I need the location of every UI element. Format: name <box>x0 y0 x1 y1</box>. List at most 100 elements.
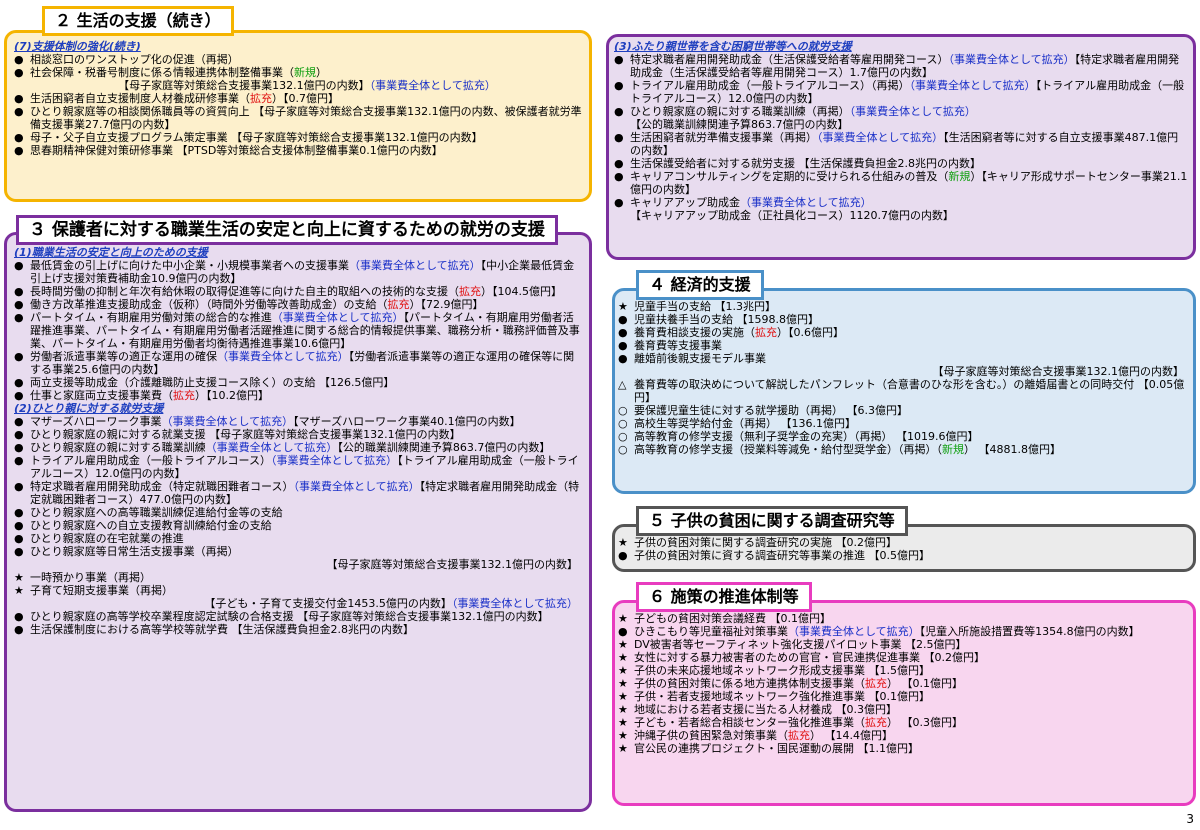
list-item: ★ 子供の未来応援地域ネットワーク形成支援事業 【1.5億円】 <box>618 664 1190 677</box>
bullet-marker: ● <box>14 428 24 441</box>
item-text: 最低賃金の引上げに向けた中小企業・小規模事業者への支援事業 <box>30 259 349 272</box>
section-3-content: (1)職業生活の安定と向上のための支援 ● 最低賃金の引上げに向けた中小企業・小規模… <box>14 246 584 636</box>
bullet-marker: ★ <box>618 536 628 549</box>
list-item: ● 児童扶養手当の支給 【1598.8億円】 <box>618 313 1190 326</box>
list-item: ● ひとり親家庭等日常生活支援事業（再掲） <box>14 545 584 558</box>
item-text: （事業費全体として拡充） <box>909 79 1036 92</box>
item-text: ）【10.2億円】 <box>195 389 269 402</box>
bullet-marker: ● <box>618 313 628 326</box>
bullet-marker: ○ <box>618 404 628 417</box>
bullet-marker: ○ <box>618 417 628 430</box>
list-item: ● 最低賃金の引上げに向けた中小企業・小規模事業者への支援事業（事業費全体として拡… <box>14 259 584 285</box>
item-text: 児童扶養手当の支給 【1598.8億円】 <box>634 313 819 326</box>
item-text: 【キャリアアップ助成金（正社員化コース）1120.7億円の内数】 <box>630 209 954 222</box>
bullet-marker: ● <box>14 532 24 545</box>
item-text: 官公民の連携プロジェクト・国民運動の展開 【1.1億円】 <box>634 742 919 755</box>
item-text: 子ども・若者総合相談センター強化推進事業（ <box>634 716 865 729</box>
bullet-marker: ● <box>14 389 24 402</box>
list-item: ● 働き方改革推進支援助成金（仮称）（時間外労働等改善助成金）の支給（拡充）【72… <box>14 298 584 311</box>
item-text: DV被害者等セーフティネット強化支援パイロット事業 【2.5億円】 <box>634 638 967 651</box>
bullet-marker: ● <box>14 350 24 363</box>
item-text: ）【0.7億円】 <box>272 92 339 105</box>
item-text: 子供・若者支援地域ネットワーク強化推進事業 【0.1億円】 <box>634 690 930 703</box>
item-text: （事業費全体として拡充） <box>849 105 976 118</box>
item-text: ひとり親家庭等日常生活支援事業（再掲） <box>30 545 239 558</box>
item-text: 高校生等奨学給付金（再掲） 【136.1億円】 <box>634 417 856 430</box>
item-text: （事業費全体として拡充） <box>369 79 496 92</box>
bullet-marker: ★ <box>618 690 628 703</box>
item-text: 生活保護制度における高等学校等就学費 【生活保護費負担金2.8兆円の内数】 <box>30 623 414 636</box>
bullet-marker: ● <box>14 376 24 389</box>
section-4-content: ★ 児童手当の支給 【1.3兆円】 ● 児童扶養手当の支給 【1598.8億円】 ● 養育… <box>618 300 1190 456</box>
item-text: 養育費相談支援の実施（ <box>634 326 755 339</box>
item-text: （事業費全体として拡充） <box>740 196 872 209</box>
list-item: ● ひとり親家庭の親に対する就業支援 【母子家庭等対策総合支援事業132.1億円の… <box>14 428 584 441</box>
list-item: 【母子家庭等対策総合支援事業132.1億円の内数】（事業費全体として拡充） <box>14 79 584 92</box>
item-text: 拡充 <box>865 677 887 690</box>
bullet-marker: ★ <box>14 571 24 584</box>
bullet-marker: ● <box>14 66 24 79</box>
bullet-marker: ★ <box>14 584 24 597</box>
item-text: ひとり親家庭の在宅就業の推進 <box>30 532 184 545</box>
bullet-marker: ★ <box>618 638 628 651</box>
item-text: 母子・父子自立支援プログラム策定事業 【母子家庭等対策総合支援事業132.1億円… <box>30 131 483 144</box>
item-text: 【母子家庭等対策総合支援事業132.1億円の内数】 <box>932 365 1185 378</box>
item-text: 沖縄子供の貧困緊急対策事業（ <box>634 729 788 742</box>
item-text: 思春期精神保健対策研修事業 【PTSD等対策総合支援体制整備事業0.1億円の内数… <box>30 144 443 157</box>
item-text: キャリアコンサルティングを定期的に受けられる仕組みの普及（ <box>630 170 949 183</box>
list-item: △ 養育費等の取決めについて解説したパンフレット（合意書のひな形を含む。）の離婚届… <box>618 378 1190 404</box>
bullet-marker: ★ <box>618 729 628 742</box>
item-text: 高等教育の修学支援（授業料等減免・給付型奨学金）（再掲）（ <box>634 443 942 456</box>
item-text: 子育て短期支援事業（再掲） <box>30 584 173 597</box>
item-text: 労働者派遣事業等の適正な運用の確保 <box>30 350 217 363</box>
item-text: マザーズハローワーク事業 <box>30 415 162 428</box>
bullet-marker: ● <box>14 144 24 157</box>
bullet-marker: ● <box>14 441 24 454</box>
bullet-marker: ● <box>614 131 624 144</box>
item-text: 特定求職者雇用開発助成金（特定就職困難者コース） <box>30 480 294 493</box>
subsection-heading: (3)ふたり親世帯を含む困窮世帯等への就労支援 <box>614 40 852 53</box>
item-text: 児童手当の支給 【1.3兆円】 <box>634 300 776 313</box>
list-item: ★ 子育て短期支援事業（再掲） <box>14 584 584 597</box>
item-text: ）【104.5億円】 <box>481 285 562 298</box>
item-text: （事業費全体として拡充） <box>788 625 920 638</box>
item-text: トライアル雇用助成金（一般トライアルコース）（再掲） <box>630 79 910 92</box>
list-item: ● キャリアコンサルティングを定期的に受けられる仕組みの普及（新規）【キャリア形成… <box>614 170 1188 196</box>
bullet-marker: ● <box>614 170 624 183</box>
list-item: ● パートタイム・有期雇用労働対策の総合的な推進（事業費全体として拡充）【パートタ… <box>14 311 584 350</box>
item-text: ひとり親家庭の高等学校卒業程度認定試験の合格支援 【母子家庭等対策総合支援事業1… <box>30 610 549 623</box>
item-text: 特定求職者雇用開発助成金（生活保護受給者等雇用開発コース） <box>630 53 949 66</box>
item-text: 子供の貧困対策に関する調査研究の実施 【0.2億円】 <box>634 536 897 549</box>
list-item: ● 生活保護制度における高等学校等就学費 【生活保護費負担金2.8兆円の内数】 <box>14 623 584 636</box>
list-item: ● 相談窓口のワンストップ化の促進（再掲） <box>14 53 584 66</box>
item-text: ひとり親家庭の親に対する職業訓練 <box>30 441 206 454</box>
bullet-marker: ● <box>618 326 628 339</box>
list-item: ★ 児童手当の支給 【1.3兆円】 <box>618 300 1190 313</box>
list-item: ○ 高等教育の修学支援（無利子奨学金の充実）（再掲） 【1019.6億円】 <box>618 430 1190 443</box>
bullet-marker: ★ <box>618 742 628 755</box>
list-item: ● トライアル雇用助成金（一般トライアルコース）（事業費全体として拡充）【トライア… <box>14 454 584 480</box>
item-text: 一時預かり事業（再掲） <box>30 571 151 584</box>
item-text: 子どもの貧困対策会議経費 【0.1億円】 <box>634 612 831 625</box>
bullet-marker: ● <box>14 53 24 66</box>
bullet-marker: ● <box>618 549 628 562</box>
item-text: 高等教育の修学支援（無利子奨学金の充実）（再掲） 【1019.6億円】 <box>634 430 979 443</box>
list-item: ★ 子供の貧困対策に関する調査研究の実施 【0.2億円】 <box>618 536 1190 549</box>
item-text: 拡充 <box>387 298 410 311</box>
list-item: ● ひとり親家庭の高等学校卒業程度認定試験の合格支援 【母子家庭等対策総合支援事業… <box>14 610 584 623</box>
item-text: （事業費全体として拡充） <box>948 53 1075 66</box>
list-item: ○ 高等教育の修学支援（授業料等減免・給付型奨学金）（再掲）（新規） 【4881.… <box>618 443 1190 456</box>
section-4-title: ４ 経済的支援 <box>636 270 764 300</box>
bullet-marker: ● <box>614 79 624 92</box>
bullet-marker: ● <box>14 285 24 298</box>
bullet-marker: ★ <box>618 677 628 690</box>
item-text: 拡充 <box>755 326 777 339</box>
item-text: ）【0.6億円】 <box>777 326 844 339</box>
bullet-marker: ○ <box>618 430 628 443</box>
list-item: ● トライアル雇用助成金（一般トライアルコース）（再掲）（事業費全体として拡充）【… <box>614 79 1188 105</box>
bullet-marker: ● <box>14 454 24 467</box>
list-item: ★ 地域における若者支援に当たる人材養成 【0.3億円】 <box>618 703 1190 716</box>
item-text: 【母子家庭等対策総合支援事業132.1億円の内数】 <box>326 558 579 571</box>
bullet-marker: ★ <box>618 716 628 729</box>
bullet-marker: ● <box>14 131 24 144</box>
